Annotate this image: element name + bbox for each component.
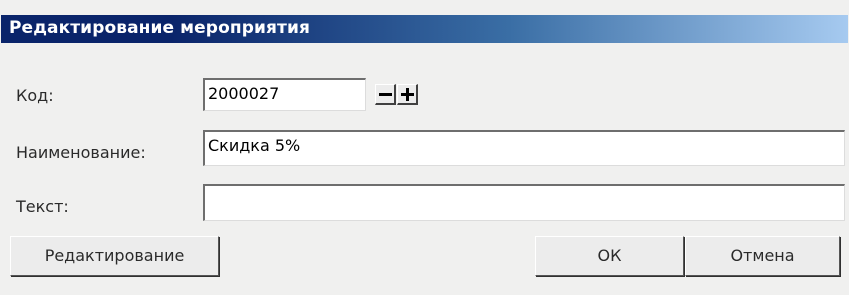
- title-bar: Редактирование мероприятия: [1, 15, 848, 43]
- name-label: Наименование:: [16, 143, 146, 162]
- increment-button[interactable]: [397, 84, 418, 105]
- ok-button[interactable]: ОК: [535, 236, 684, 276]
- decrement-button[interactable]: [375, 84, 396, 105]
- cancel-button[interactable]: Отмена: [685, 236, 840, 276]
- code-field[interactable]: 2000027: [203, 78, 366, 111]
- edit-event-dialog: Редактирование мероприятия Код: 2000027 …: [0, 0, 849, 295]
- edit-button[interactable]: Редактирование: [10, 236, 219, 276]
- dialog-title: Редактирование мероприятия: [9, 18, 310, 38]
- name-field[interactable]: Скидка 5%: [203, 130, 845, 166]
- minus-icon: [379, 93, 392, 96]
- code-label: Код:: [16, 86, 54, 105]
- text-field[interactable]: [203, 184, 845, 221]
- text-label: Текст:: [16, 197, 69, 216]
